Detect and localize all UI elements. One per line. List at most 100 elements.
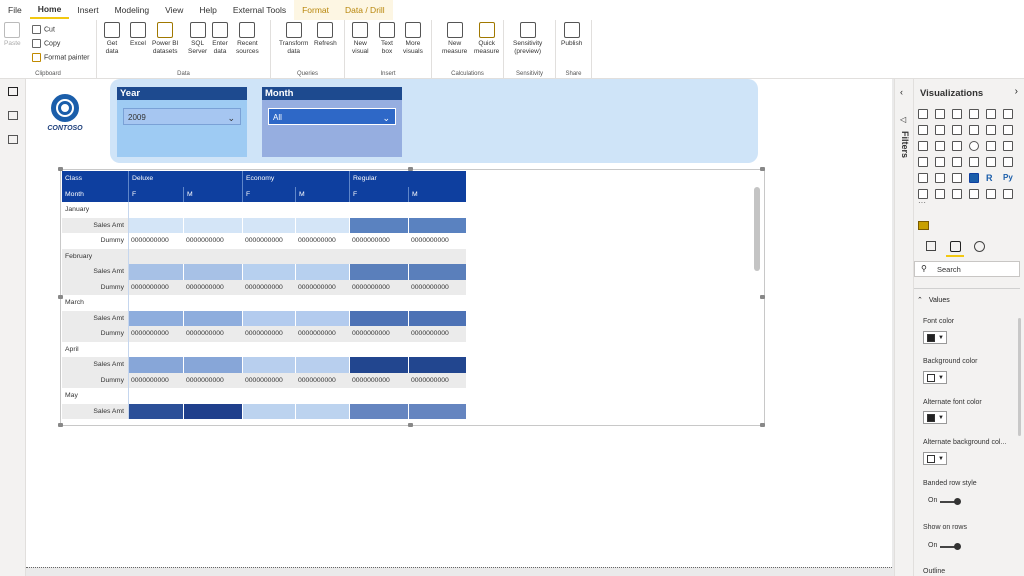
r-visual-icon[interactable]: R — [986, 173, 996, 183]
report-view-icon[interactable] — [8, 87, 18, 96]
area-chart-icon[interactable] — [935, 125, 945, 135]
power-bi-datasets-button[interactable]: Power BI datasets — [152, 22, 178, 56]
shape-map-icon[interactable] — [952, 157, 962, 167]
background-color-picker[interactable]: ▼ — [923, 371, 947, 384]
card-icon[interactable] — [986, 157, 996, 167]
new-measure-button[interactable]: New measure — [442, 22, 467, 56]
tab-data-drill[interactable]: Data / Drill — [337, 0, 393, 20]
font-color-picker[interactable]: ▼ — [923, 331, 947, 344]
gauge-icon[interactable] — [969, 157, 979, 167]
qa-icon[interactable] — [952, 189, 962, 199]
multi-row-card-icon[interactable] — [1003, 157, 1013, 167]
ribbon-chart-icon[interactable] — [1003, 125, 1013, 135]
resize-handle[interactable] — [408, 423, 413, 427]
month-dropdown[interactable]: All ⌄ — [268, 108, 396, 125]
line-clustered-icon[interactable] — [986, 125, 996, 135]
scatter-chart-icon[interactable] — [952, 141, 962, 151]
100-percent-column-icon[interactable] — [1003, 109, 1013, 119]
clustered-bar-chart-icon[interactable] — [952, 109, 962, 119]
heatmap-cell — [128, 310, 183, 326]
text-box-button[interactable]: Text box — [379, 22, 395, 56]
paste-button[interactable]: Paste — [4, 22, 21, 48]
quick-measure-button[interactable]: Quick measure — [474, 22, 499, 56]
data-view-icon[interactable] — [8, 111, 18, 120]
tab-view[interactable]: View — [157, 0, 191, 20]
search-input[interactable]: ⚲ Search — [914, 261, 1020, 277]
excel-button[interactable]: Excel — [130, 22, 146, 48]
sensitivity-button[interactable]: Sensitivity (preview) — [513, 22, 542, 56]
funnel-chart-icon[interactable] — [935, 141, 945, 151]
decomposition-tree-icon[interactable] — [935, 189, 945, 199]
waterfall-chart-icon[interactable] — [918, 141, 928, 151]
year-dropdown[interactable]: 2009 ⌄ — [123, 108, 241, 125]
tab-insert[interactable]: Insert — [69, 0, 106, 20]
analytics-icon[interactable] — [974, 241, 985, 252]
clustered-column-chart-icon[interactable] — [969, 109, 979, 119]
alt-font-color-picker[interactable]: ▼ — [923, 411, 947, 424]
cut-button[interactable]: Cut — [32, 25, 55, 34]
tab-home[interactable]: Home — [29, 1, 70, 19]
chevron-left-icon[interactable]: ‹ — [900, 87, 903, 97]
copy-button[interactable]: Copy — [32, 39, 60, 48]
donut-chart-icon[interactable] — [986, 141, 996, 151]
100-percent-bar-icon[interactable] — [986, 109, 996, 119]
enter-data-button[interactable]: Enter data — [212, 22, 228, 56]
values-section-header[interactable]: ⌃ Values — [917, 296, 950, 304]
scrollbar-thumb[interactable] — [754, 187, 760, 271]
matrix-visual[interactable]: Class Deluxe Economy Regular Month F M F M F M Janu… — [60, 169, 765, 426]
outline-label: Outline — [923, 568, 946, 575]
format-paintbrush-icon[interactable] — [950, 241, 961, 252]
arcgis-map-icon[interactable] — [1003, 189, 1013, 199]
resize-handle[interactable] — [58, 167, 63, 171]
publish-icon — [563, 22, 580, 38]
banded-row-toggle[interactable]: On — [928, 497, 961, 505]
resize-handle[interactable] — [760, 295, 765, 299]
tab-modeling[interactable]: Modeling — [107, 0, 158, 20]
recent-sources-button[interactable]: Recent sources — [236, 22, 259, 56]
alt-background-color-label: Alternate background col... — [923, 439, 1007, 446]
format-painter-button[interactable]: Format painter — [32, 53, 90, 62]
fields-icon[interactable] — [926, 241, 936, 251]
stacked-column-chart-icon[interactable] — [935, 109, 945, 119]
python-visual-icon[interactable]: Py — [1003, 173, 1013, 183]
line-chart-icon[interactable] — [918, 125, 928, 135]
column-header — [408, 171, 466, 187]
matrix-visual-icon[interactable] — [969, 173, 979, 183]
resize-handle[interactable] — [760, 167, 765, 171]
resize-handle[interactable] — [408, 167, 413, 171]
smart-narrative-icon[interactable] — [969, 189, 979, 199]
transform-data-button[interactable]: Transform data — [279, 22, 308, 56]
stacked-area-icon[interactable] — [952, 125, 962, 135]
slicer-icon[interactable] — [935, 173, 945, 183]
new-visual-button[interactable]: New visual — [352, 22, 369, 56]
get-data-button[interactable]: Get data — [104, 22, 120, 56]
publish-button[interactable]: Publish — [561, 22, 582, 48]
resize-handle[interactable] — [58, 295, 63, 299]
pane-scrollbar[interactable] — [1018, 318, 1021, 436]
tab-external-tools[interactable]: External Tools — [225, 0, 294, 20]
more-visuals-ellipsis[interactable]: ··· — [918, 198, 926, 207]
model-view-icon[interactable] — [8, 135, 18, 144]
sql-server-button[interactable]: SQL Server — [188, 22, 207, 56]
kpi-icon[interactable] — [918, 173, 928, 183]
line-column-icon[interactable] — [969, 125, 979, 135]
refresh-button[interactable]: Refresh — [314, 22, 337, 48]
paginated-report-icon[interactable] — [986, 189, 996, 199]
tab-file[interactable]: File — [0, 0, 30, 20]
alt-background-color-picker[interactable]: ▼ — [923, 452, 947, 465]
stacked-bar-chart-icon[interactable] — [918, 109, 928, 119]
more-visuals-button[interactable]: More visuals — [403, 22, 423, 56]
table-visual-icon[interactable] — [952, 173, 962, 183]
resize-handle[interactable] — [58, 423, 63, 427]
pie-chart-icon[interactable] — [969, 141, 979, 151]
resize-handle[interactable] — [760, 423, 765, 427]
tab-help[interactable]: Help — [191, 0, 224, 20]
filled-map-icon[interactable] — [935, 157, 945, 167]
filters-pane[interactable]: ‹ ◁ Filters — [894, 79, 913, 576]
custom-visual-icon[interactable] — [918, 221, 929, 230]
tab-format[interactable]: Format — [294, 0, 338, 20]
map-icon[interactable] — [918, 157, 928, 167]
show-on-rows-toggle[interactable]: On — [928, 542, 961, 550]
treemap-icon[interactable] — [1003, 141, 1013, 151]
chevron-right-icon[interactable]: › — [1015, 86, 1018, 97]
